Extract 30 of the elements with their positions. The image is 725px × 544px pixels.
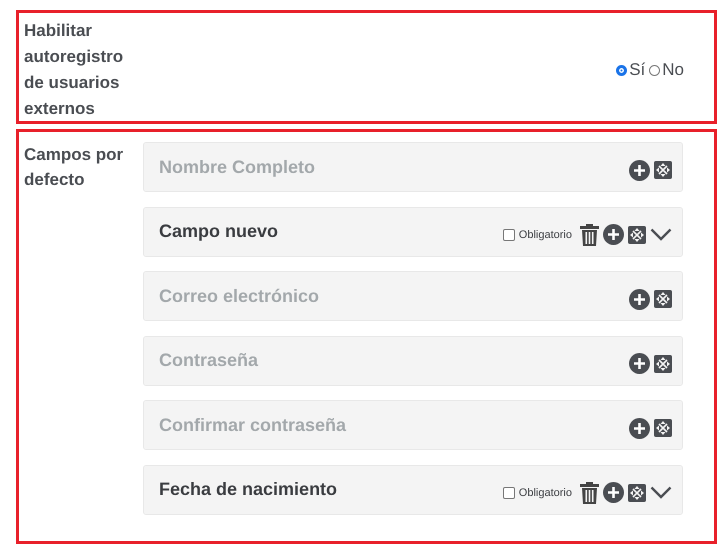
add-icon[interactable] bbox=[603, 224, 624, 245]
setting-label: Habilitar autoregistro de usuarios externos bbox=[24, 20, 124, 120]
field-name: Nombre Completo bbox=[159, 156, 316, 178]
radio-option[interactable]: Sí bbox=[616, 60, 646, 80]
field-name: Correo electrónico bbox=[159, 286, 320, 306]
move-icon[interactable] bbox=[654, 354, 672, 372]
field-name: Contraseña bbox=[159, 350, 258, 371]
move-icon[interactable] bbox=[628, 226, 646, 244]
add-icon[interactable] bbox=[629, 288, 650, 310]
radio-button[interactable] bbox=[616, 64, 628, 76]
move-icon[interactable] bbox=[654, 161, 672, 179]
add-icon[interactable] bbox=[629, 418, 650, 438]
move-icon[interactable] bbox=[654, 290, 672, 308]
section-label: Campos por defecto bbox=[24, 144, 124, 191]
add-icon[interactable] bbox=[629, 160, 650, 180]
chevron-down-icon[interactable] bbox=[650, 228, 672, 241]
chevron-down-icon[interactable] bbox=[650, 486, 672, 499]
move-icon[interactable] bbox=[628, 484, 646, 502]
field-name: Campo nuevo bbox=[159, 221, 278, 242]
field-name: Fecha de nacimiento bbox=[159, 479, 338, 500]
required-checkbox[interactable]: Obligatorio bbox=[502, 228, 572, 240]
trash-icon[interactable] bbox=[580, 224, 599, 246]
radio-option[interactable]: No bbox=[649, 60, 684, 80]
field-name: Confirmar contraseña bbox=[159, 414, 346, 436]
add-icon[interactable] bbox=[629, 353, 650, 374]
trash-icon[interactable] bbox=[580, 482, 599, 504]
move-icon[interactable] bbox=[654, 419, 672, 437]
required-checkbox[interactable]: Obligatorio bbox=[502, 486, 572, 498]
add-icon[interactable] bbox=[603, 482, 624, 503]
radio-button[interactable] bbox=[649, 64, 660, 76]
